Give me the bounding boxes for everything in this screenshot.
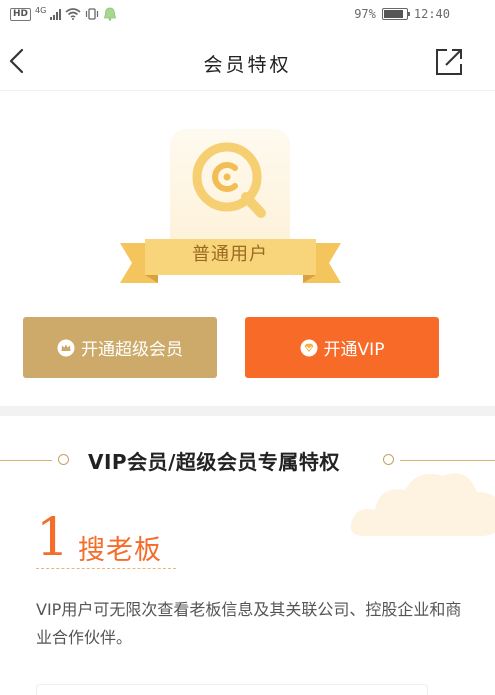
hd-indicator: HD: [10, 7, 32, 21]
header-dot-right: [383, 454, 394, 465]
wifi-icon: [65, 8, 81, 20]
open-vip-label: 开通VIP: [323, 340, 385, 360]
section-header: VIP会员/超级会员专属特权: [0, 444, 495, 476]
status-left: HD 4G: [10, 5, 117, 21]
feature-number: 1: [36, 508, 70, 568]
clock: 12:40: [413, 7, 450, 21]
battery-fill: [383, 10, 404, 18]
share-button[interactable]: [433, 46, 465, 78]
nav-bar: 会员特权: [0, 30, 495, 91]
feature-underline: [36, 568, 176, 570]
signal-icon: [50, 8, 62, 20]
vip-diamond-icon: [300, 339, 318, 356]
status-right: 97% 12:40: [354, 7, 450, 21]
battery-icon: [381, 8, 410, 20]
c-search-logo-icon: [192, 142, 266, 218]
header-line-right: [400, 460, 495, 461]
battery-percent: 97%: [354, 7, 376, 21]
share-external-icon: [436, 49, 462, 75]
status-bar: HD 4G 97% 12:40: [0, 0, 495, 30]
section-title: VIP会员/超级会员专属特权: [88, 450, 340, 474]
feature-title: 搜老板: [78, 535, 162, 566]
feature-card: [36, 684, 428, 695]
feature-description: VIP用户可无限次查看老板信息及其关联公司、控股企业和商业合作伙伴。: [36, 600, 462, 647]
header-dot-left: [58, 454, 69, 465]
open-super-member-button[interactable]: 开通超级会员: [23, 317, 217, 378]
privileges-section: VIP会员/超级会员专属特权 1 搜老板 VIP用户可无限次查看老板信息及其关联…: [0, 416, 495, 695]
open-vip-button[interactable]: 开通VIP: [245, 317, 439, 378]
page-title: 会员特权: [203, 54, 292, 76]
open-super-member-label: 开通超级会员: [81, 340, 183, 360]
membership-hero: 普通用户 开通超级会员 开通VIP: [0, 91, 495, 406]
crown-icon: [57, 339, 75, 356]
header-line-left: [0, 460, 52, 461]
network-type: 4G: [35, 5, 47, 15]
member-level-label: 普通用户: [192, 244, 268, 265]
section-divider: [0, 406, 495, 416]
app-notification-icon: [104, 7, 117, 21]
vibrate-icon: [86, 8, 99, 20]
